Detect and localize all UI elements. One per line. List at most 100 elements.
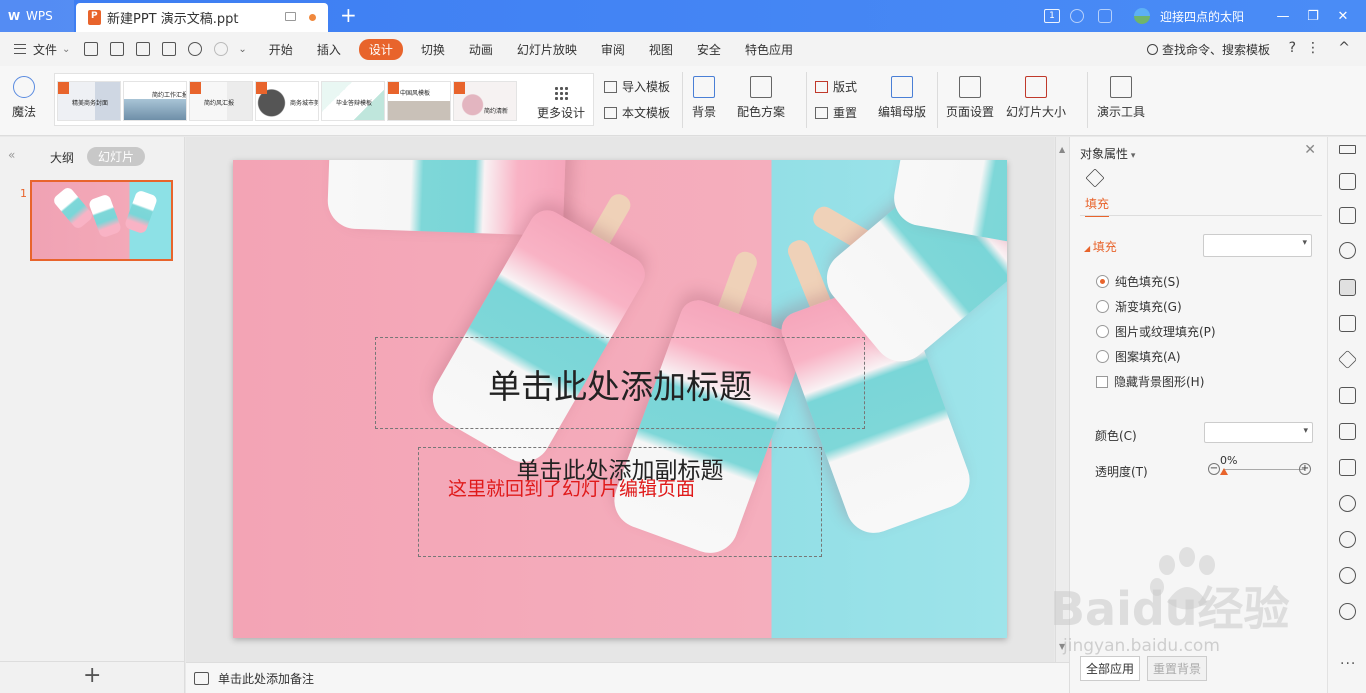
template-thumb[interactable]: 商务城市剪影 bbox=[255, 81, 319, 121]
scroll-down-icon[interactable]: ▼ bbox=[1059, 642, 1065, 651]
fill-section-header[interactable]: ◢ 填充 bbox=[1084, 238, 1117, 255]
minimize-button[interactable]: — bbox=[1268, 9, 1298, 24]
template-thumb[interactable]: 毕业答辩模板 bbox=[321, 81, 385, 121]
this-template-button[interactable]: 本文模板 bbox=[604, 104, 670, 121]
copy-icon[interactable] bbox=[1339, 207, 1356, 224]
vertical-scrollbar[interactable]: ▲ ▼ bbox=[1055, 137, 1069, 662]
option-picture-fill[interactable]: 图片或纹理填充(P) bbox=[1096, 323, 1216, 340]
color-scheme-button[interactable]: 配色方案 bbox=[737, 76, 785, 120]
title-placeholder[interactable]: 单击此处添加标题 bbox=[375, 360, 865, 408]
option-pattern-fill[interactable]: 图案填充(A) bbox=[1096, 348, 1181, 365]
properties-icon[interactable] bbox=[1339, 279, 1356, 296]
tab-animation[interactable]: 动画 bbox=[469, 41, 493, 58]
more-icon[interactable]: ⋮ bbox=[1306, 40, 1320, 56]
radio[interactable] bbox=[1096, 350, 1109, 363]
grid-icon[interactable] bbox=[1339, 459, 1356, 476]
paint-bucket-icon[interactable] bbox=[1085, 168, 1105, 188]
close-icon[interactable]: ✕ bbox=[1304, 142, 1316, 158]
radio[interactable] bbox=[1096, 300, 1109, 313]
print-icon[interactable] bbox=[136, 42, 151, 56]
box-icon[interactable] bbox=[1339, 387, 1356, 404]
pin-icon[interactable] bbox=[1339, 145, 1356, 154]
apply-all-button[interactable]: 全部应用 bbox=[1080, 656, 1141, 681]
tab-transition[interactable]: 切换 bbox=[421, 41, 445, 58]
template-thumb[interactable]: 简约清新 bbox=[453, 81, 517, 121]
save-icon[interactable] bbox=[84, 42, 99, 56]
magic-button[interactable]: 魔法 bbox=[12, 76, 36, 120]
template-thumb[interactable]: 简约风汇报 bbox=[189, 81, 253, 121]
layout-button[interactable]: 版式 bbox=[815, 78, 857, 95]
tab-view[interactable]: 视图 bbox=[649, 41, 673, 58]
background-button[interactable]: 背景 bbox=[692, 76, 716, 120]
print-preview-icon[interactable] bbox=[162, 42, 177, 56]
close-button[interactable]: ✕ bbox=[1328, 9, 1358, 24]
tab-security[interactable]: 安全 bbox=[697, 41, 721, 58]
import-template-button[interactable]: 导入模板 bbox=[604, 78, 670, 95]
radio[interactable] bbox=[1096, 325, 1109, 338]
tab-slides[interactable]: 幻灯片 bbox=[87, 147, 146, 166]
maximize-button[interactable]: ❐ bbox=[1298, 9, 1328, 24]
star-icon[interactable] bbox=[1337, 349, 1358, 370]
avatar[interactable] bbox=[1133, 8, 1150, 24]
reset-background-button[interactable]: 重置背景 bbox=[1147, 656, 1208, 681]
redo-icon[interactable] bbox=[214, 42, 229, 56]
collapse-panel-icon[interactable]: « bbox=[8, 148, 15, 162]
edit-master-button[interactable]: 编辑母版 bbox=[878, 76, 926, 120]
new-tab-button[interactable]: + bbox=[340, 4, 357, 26]
transparency-slider-thumb[interactable] bbox=[1220, 468, 1228, 475]
tab-review[interactable]: 审阅 bbox=[601, 41, 625, 58]
image-icon[interactable] bbox=[1339, 315, 1356, 332]
tab-outline[interactable]: 大纲 bbox=[50, 149, 74, 166]
color-dropdown[interactable] bbox=[1204, 422, 1313, 443]
slide-size-button[interactable]: 幻灯片大小 bbox=[1006, 76, 1066, 120]
template-thumb[interactable]: 中国风模板 bbox=[387, 81, 451, 121]
format-painter-icon[interactable] bbox=[110, 42, 125, 56]
hide-background-checkbox[interactable]: 隐藏背景图形(H) bbox=[1096, 373, 1204, 390]
notes-bar[interactable]: 单击此处添加备注 bbox=[186, 662, 1069, 693]
help-icon[interactable] bbox=[1339, 603, 1356, 620]
screen-icon[interactable] bbox=[285, 12, 296, 21]
more-design-button[interactable]: 更多设计 bbox=[533, 82, 589, 121]
undo-icon[interactable] bbox=[188, 42, 203, 56]
speaker-icon[interactable] bbox=[1339, 495, 1356, 512]
command-search[interactable]: 查找命令、搜索模板 bbox=[1146, 41, 1270, 58]
page-setup-button[interactable]: 页面设置 bbox=[946, 76, 994, 120]
more-icon[interactable]: ··· bbox=[1340, 656, 1356, 672]
scroll-up-icon[interactable]: ▲ bbox=[1059, 145, 1065, 154]
customize-chevron-icon[interactable]: ⌄ bbox=[238, 44, 246, 55]
slide-thumbnail[interactable] bbox=[30, 180, 173, 261]
history-icon[interactable] bbox=[1339, 567, 1356, 584]
properties-title[interactable]: 对象属性 ▾ bbox=[1080, 145, 1135, 162]
file-menu[interactable]: 文件 ⌄ bbox=[14, 41, 70, 58]
transparency-slider-track[interactable] bbox=[1223, 469, 1305, 470]
shirt-icon[interactable] bbox=[1097, 9, 1112, 23]
tab-slideshow[interactable]: 幻灯片放映 bbox=[517, 41, 577, 58]
option-gradient-fill[interactable]: 渐变填充(G) bbox=[1096, 298, 1182, 315]
checkbox[interactable] bbox=[1096, 375, 1108, 388]
add-slide-button[interactable]: + bbox=[83, 663, 101, 688]
share-icon[interactable] bbox=[1339, 423, 1356, 440]
tab-home[interactable]: 开始 bbox=[269, 41, 293, 58]
help-icon[interactable]: ? bbox=[1289, 40, 1296, 56]
tab-design[interactable]: 设计 bbox=[358, 38, 403, 60]
notes-placeholder[interactable]: 单击此处添加备注 bbox=[218, 670, 314, 687]
shape-icon[interactable] bbox=[1339, 242, 1356, 259]
skin-icon[interactable] bbox=[1069, 9, 1084, 23]
fill-dropdown[interactable] bbox=[1203, 234, 1312, 257]
option-solid-fill[interactable]: 纯色填充(S) bbox=[1096, 273, 1180, 290]
shield-icon[interactable] bbox=[1339, 531, 1356, 548]
user-name[interactable]: 迎接四点的太阳 bbox=[1160, 8, 1244, 25]
tab-fill[interactable]: 填充 bbox=[1085, 195, 1110, 217]
transparency-plus-button[interactable]: + bbox=[1299, 463, 1311, 475]
tab-count-badge[interactable]: 1 bbox=[1043, 9, 1060, 23]
reset-button[interactable]: 重置 bbox=[815, 104, 857, 121]
animation-icon[interactable] bbox=[1339, 173, 1356, 190]
tab-insert[interactable]: 插入 bbox=[317, 41, 341, 58]
wps-home-tab[interactable]: W WPS bbox=[0, 0, 74, 32]
document-tab[interactable]: 新建PPT 演示文稿.ppt bbox=[76, 3, 328, 32]
template-thumb[interactable]: 简约工作汇报 bbox=[123, 81, 187, 121]
radio-checked[interactable] bbox=[1096, 275, 1109, 288]
transparency-minus-button[interactable]: − bbox=[1208, 463, 1220, 475]
collapse-ribbon-icon[interactable]: ^ bbox=[1338, 40, 1350, 56]
tab-special-apps[interactable]: 特色应用 bbox=[745, 41, 793, 58]
